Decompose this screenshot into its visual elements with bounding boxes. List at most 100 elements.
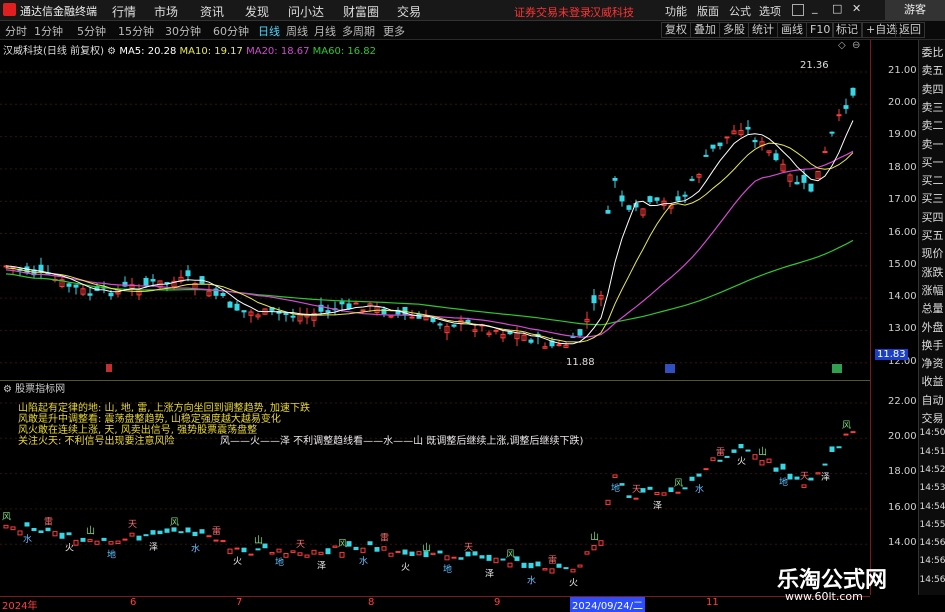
side-item[interactable]: 净资: [919, 355, 945, 371]
adjust-button[interactable]: 复权: [661, 22, 691, 38]
menu-formula[interactable]: 公式: [729, 3, 751, 19]
quote-side-panel: 委比卖五卖四卖三卖二卖一买一买二买三买四买五现价涨跌涨幅总量外盘换手净资收益自动…: [918, 40, 945, 595]
indicator-bar: [3, 524, 9, 529]
indicator-bar: [262, 543, 268, 549]
close-icon[interactable]: ✕: [852, 2, 861, 15]
signal-label: 天: [632, 485, 641, 495]
ma5-value: MA5: 20.28: [119, 46, 177, 57]
settings-icon[interactable]: ⚙: [107, 46, 116, 57]
signal-label: 雷: [380, 533, 389, 544]
f10-button[interactable]: F10: [806, 22, 835, 38]
side-item[interactable]: 卖三: [919, 99, 945, 115]
login-notice[interactable]: 证券交易未登录: [514, 4, 591, 20]
side-item[interactable]: 收益: [919, 373, 945, 389]
side-item[interactable]: 卖一: [919, 136, 945, 152]
back-button[interactable]: 返回: [895, 22, 925, 38]
finance-marker-icon[interactable]: [665, 364, 675, 373]
side-item[interactable]: 自动: [919, 392, 945, 408]
side-item[interactable]: 买四: [919, 209, 945, 225]
tab-multi-period[interactable]: 多周期: [342, 23, 375, 39]
side-item[interactable]: 14:53: [919, 483, 945, 493]
side-item[interactable]: 买五: [919, 227, 945, 243]
restore-icon[interactable]: [792, 4, 804, 16]
candle: [507, 331, 513, 335]
side-item[interactable]: 14:54: [919, 502, 945, 512]
tab-daily[interactable]: 日线: [258, 23, 280, 39]
draw-line-button[interactable]: 画线: [777, 22, 807, 38]
menu-market[interactable]: 市场: [154, 3, 178, 20]
candle: [717, 142, 723, 147]
maximize-icon[interactable]: □: [832, 2, 842, 15]
menu-function[interactable]: 功能: [665, 3, 687, 19]
side-item[interactable]: 卖二: [919, 117, 945, 133]
side-item[interactable]: 委比: [919, 44, 945, 60]
signal-label: 泽: [149, 542, 158, 553]
event-marker[interactable]: [106, 364, 112, 372]
dividend-marker-icon[interactable]: [832, 364, 842, 373]
price-chart[interactable]: [0, 40, 870, 378]
side-item[interactable]: 买一: [919, 154, 945, 170]
menu-discover[interactable]: 发现: [245, 3, 269, 20]
tab-monthly[interactable]: 月线: [314, 23, 336, 39]
side-item[interactable]: 14:56: [919, 575, 945, 585]
tab-30min[interactable]: 30分钟: [165, 23, 201, 39]
tab-timeshare[interactable]: 分时: [5, 23, 27, 39]
menu-wealth[interactable]: 财富圈: [343, 3, 379, 20]
candle: [38, 264, 44, 273]
side-item[interactable]: 14:50: [919, 428, 945, 438]
date-label: 2024年: [2, 601, 38, 612]
side-item[interactable]: 买二: [919, 172, 945, 188]
side-item[interactable]: 换手: [919, 337, 945, 353]
indicator-bar: [822, 463, 828, 466]
side-item[interactable]: 外盘: [919, 319, 945, 335]
signal-label: 雷: [548, 555, 557, 566]
stock-tab[interactable]: 汉威科技: [590, 4, 634, 20]
side-item[interactable]: 总量: [919, 300, 945, 316]
tab-15min[interactable]: 15分钟: [118, 23, 154, 39]
menu-news[interactable]: 资讯: [200, 3, 224, 20]
candle: [339, 301, 345, 305]
menu-trade[interactable]: 交易: [397, 3, 421, 20]
multi-stock-button[interactable]: 多股: [719, 22, 749, 38]
tab-5min[interactable]: 5分钟: [77, 23, 106, 39]
candle: [493, 329, 499, 332]
side-item[interactable]: 交易: [919, 410, 945, 426]
stats-button[interactable]: 统计: [748, 22, 778, 38]
tab-weekly[interactable]: 周线: [286, 23, 308, 39]
candle: [808, 183, 814, 192]
side-item[interactable]: 卖五: [919, 62, 945, 78]
side-item[interactable]: 卖四: [919, 81, 945, 97]
menu-layout[interactable]: 版面: [697, 3, 719, 19]
indicator-bar: [213, 539, 219, 542]
indicator-bar: [325, 548, 331, 555]
side-item[interactable]: 14:51: [919, 447, 945, 457]
side-item[interactable]: 涨跌: [919, 264, 945, 280]
menu-quotes[interactable]: 行情: [112, 3, 136, 20]
side-item[interactable]: 买三: [919, 190, 945, 206]
mark-button[interactable]: 标记: [832, 22, 862, 38]
signal-label: 雷: [212, 526, 221, 537]
tab-more[interactable]: 更多: [383, 23, 405, 39]
menu-options[interactable]: 选项: [759, 3, 781, 19]
guest-button[interactable]: 游客: [885, 0, 945, 20]
signal-label: 雷: [716, 447, 725, 458]
side-item[interactable]: 14:55: [919, 520, 945, 530]
side-item[interactable]: 14:52: [919, 465, 945, 475]
diamond-icon[interactable]: ◇: [838, 40, 846, 51]
indicator-bar: [227, 548, 233, 555]
tab-1min[interactable]: 1分钟: [34, 23, 63, 39]
overlay-button[interactable]: 叠加: [690, 22, 720, 38]
minus-icon[interactable]: ⊖: [852, 40, 860, 51]
indicator-settings-icon[interactable]: ⚙: [3, 384, 12, 395]
minimize-icon[interactable]: _: [812, 1, 818, 14]
side-item[interactable]: 14:56: [919, 538, 945, 548]
menu-ask[interactable]: 问小达: [288, 3, 324, 20]
side-item[interactable]: 14:56: [919, 556, 945, 566]
indicator-bar: [332, 545, 338, 548]
candle: [66, 283, 72, 287]
side-item[interactable]: 涨幅: [919, 282, 945, 298]
tab-60min[interactable]: 60分钟: [213, 23, 249, 39]
axis-tick: 14.00: [888, 291, 917, 302]
side-item[interactable]: 现价: [919, 245, 945, 261]
candle: [241, 310, 247, 313]
